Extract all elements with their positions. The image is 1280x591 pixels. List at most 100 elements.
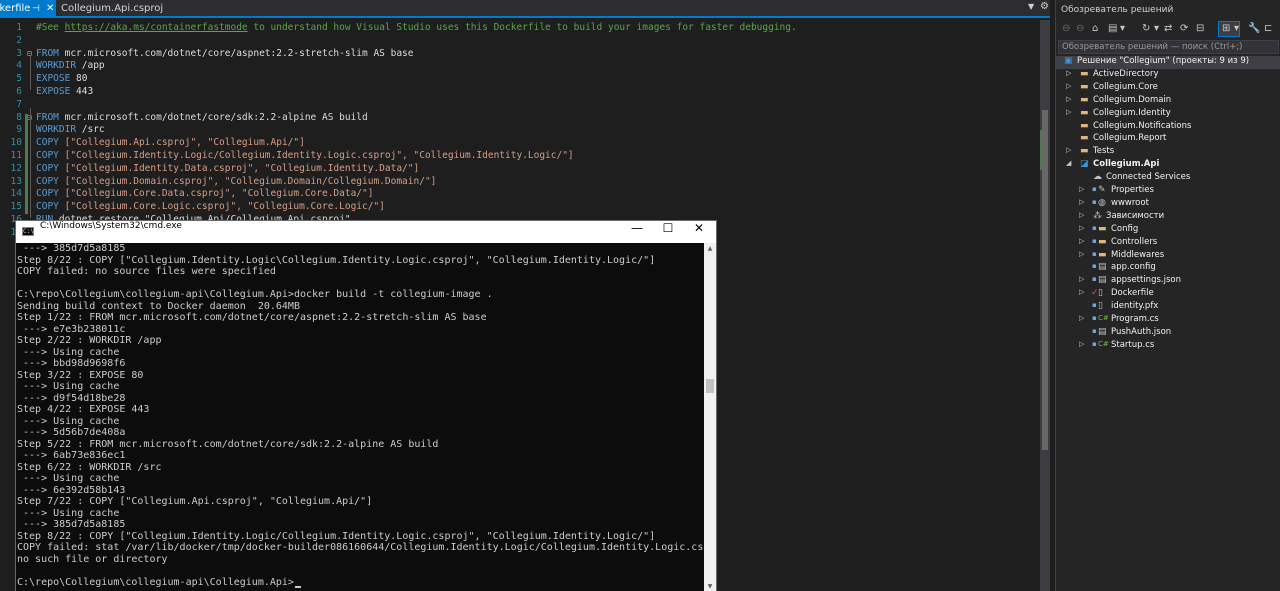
- line-number: 4: [16, 60, 22, 72]
- sync-icon[interactable]: ⇄: [1164, 22, 1172, 36]
- solution-search-box[interactable]: [1058, 40, 1279, 54]
- tree-item[interactable]: ▷ ▪ ✎ Properties: [1056, 185, 1280, 198]
- expand-arrow-icon[interactable]: ▷: [1066, 108, 1071, 116]
- dropdown-icon[interactable]: ▾: [1234, 22, 1239, 36]
- properties-wrench-icon[interactable]: 🔧: [1248, 22, 1260, 36]
- forward-icon[interactable]: ⊖: [1076, 22, 1084, 36]
- expand-arrow-icon[interactable]: ▷: [1079, 211, 1084, 219]
- tree-item[interactable]: ▷ ▪ ▤ appsettings.json: [1056, 275, 1280, 288]
- expand-arrow-icon[interactable]: ▷: [1066, 146, 1071, 154]
- minimize-icon[interactable]: —: [622, 221, 652, 243]
- cmd-scroll-thumb[interactable]: [706, 379, 714, 393]
- tree-item[interactable]: ▷ ▪ ▬ Config: [1056, 224, 1280, 237]
- refresh-icon[interactable]: ⟳: [1180, 22, 1188, 36]
- tree-item-label: wwwroot: [1111, 197, 1149, 208]
- code-line[interactable]: 13 COPY ["Collegium.Domain.csproj", "Coll…: [0, 176, 1040, 189]
- cmd-console-output[interactable]: ---> 385d7d5a8185 Step 8/22 : COPY ["Coll…: [17, 243, 703, 591]
- code-line[interactable]: 8⊟FROM mcr.microsoft.com/dotnet/core/sdk…: [0, 112, 1040, 125]
- tree-item[interactable]: ▷ ✓ ▯ Dockerfile: [1056, 288, 1280, 301]
- code-line[interactable]: 1 #See https://aka.ms/containerfastmode t…: [0, 22, 1040, 35]
- expand-arrow-icon[interactable]: ▷: [1079, 224, 1084, 232]
- line-number: 5: [16, 73, 22, 85]
- cmd-vertical-scrollbar[interactable]: ▲ ▼: [704, 243, 716, 591]
- expand-arrow-icon[interactable]: ▷: [1066, 69, 1071, 77]
- tree-item[interactable]: ◢ ◪ Collegium.Api: [1056, 159, 1280, 172]
- expand-arrow-icon[interactable]: ▷: [1079, 288, 1084, 296]
- tree-item[interactable]: ▷ ▪ C# Program.cs: [1056, 314, 1280, 327]
- switch-views-icon[interactable]: ▤: [1108, 22, 1117, 36]
- tree-item[interactable]: ▷ ▪ ▬ Controllers: [1056, 237, 1280, 250]
- expand-arrow-icon[interactable]: ▷: [1079, 198, 1084, 206]
- comment-link[interactable]: https://aka.ms/containerfastmode: [65, 22, 248, 33]
- expand-arrow-icon[interactable]: ▷: [1079, 314, 1084, 322]
- code-line[interactable]: 9 WORKDIR /src: [0, 124, 1040, 137]
- console-line: ---> Using cache: [17, 415, 120, 427]
- code-line[interactable]: 7: [0, 99, 1040, 112]
- expand-arrow-icon[interactable]: ▷: [1066, 82, 1071, 90]
- home-icon[interactable]: ⌂: [1092, 22, 1098, 36]
- tree-item[interactable]: ▷ ▬ Collegium.Identity: [1056, 108, 1280, 121]
- code-line[interactable]: 15 COPY ["Collegium.Core.Logic.csproj", "…: [0, 201, 1040, 214]
- tree-item[interactable]: ▬ Collegium.Notifications: [1056, 121, 1280, 134]
- code-line[interactable]: 10 COPY ["Collegium.Api.csproj", "Collegi…: [0, 137, 1040, 150]
- close-icon[interactable]: ✕: [46, 0, 54, 18]
- tree-item[interactable]: ▷ ▬ Tests: [1056, 146, 1280, 159]
- gear-icon[interactable]: ⚙: [1040, 1, 1049, 12]
- code-line[interactable]: 11 COPY ["Collegium.Identity.Logic/Colleg…: [0, 150, 1040, 163]
- code-line[interactable]: 3 ⊟ FROM mcr.microsoft.com/dotnet/core/asp…: [0, 48, 1040, 61]
- code-line[interactable]: 12 COPY ["Collegium.Identity.Data.csproj"…: [0, 163, 1040, 176]
- cmd-title-bar[interactable]: C:\ C:\Windows\System32\cmd.exe — ☐ ✕: [16, 221, 716, 243]
- tab-dockerfile[interactable]: ckerfile ⊣ ✕: [0, 0, 56, 18]
- dropdown-icon[interactable]: ▾: [1154, 22, 1159, 36]
- filter-icon[interactable]: ⊞: [1222, 22, 1230, 36]
- collapse-all-icon[interactable]: ⊟: [1196, 22, 1204, 36]
- back-icon[interactable]: ⊖: [1062, 22, 1070, 36]
- code-line[interactable]: 4 WORKDIR /app: [0, 60, 1040, 73]
- solution-search-input[interactable]: [1062, 41, 1277, 53]
- line-number: 2: [16, 34, 22, 46]
- tree-item[interactable]: ▷ ▬ Collegium.Domain: [1056, 95, 1280, 108]
- maximize-icon[interactable]: ☐: [653, 221, 683, 243]
- tree-item[interactable]: ☁ Connected Services: [1056, 172, 1280, 185]
- code-line[interactable]: 2: [0, 35, 1040, 48]
- editor-vertical-scrollbar[interactable]: [1040, 20, 1050, 591]
- tab-dropdown-icon[interactable]: ▼: [1028, 2, 1034, 11]
- tree-item[interactable]: ▷ ▪ C# Startup.cs: [1056, 340, 1280, 353]
- cmd-window[interactable]: C:\ C:\Windows\System32\cmd.exe — ☐ ✕ --…: [15, 220, 717, 591]
- editor-scroll-thumb[interactable]: [1042, 110, 1048, 450]
- scroll-up-icon[interactable]: ▲: [706, 245, 714, 252]
- code-text: COPY ["Collegium.Core.Data.csproj", "Col…: [36, 188, 373, 201]
- console-line: C:\repo\Collegium\collegium-api\Collegiu…: [17, 576, 294, 588]
- tree-item-label: Properties: [1111, 185, 1154, 195]
- dropdown-icon[interactable]: ▾: [1120, 22, 1125, 36]
- tree-item[interactable]: ▪ ▯ identity.pfx: [1056, 301, 1280, 314]
- tree-item[interactable]: ▷ ▬ Collegium.Core: [1056, 82, 1280, 95]
- preview-icon[interactable]: ⊏: [1264, 22, 1272, 36]
- cmd-app-icon: C:\: [22, 227, 34, 236]
- scroll-down-icon[interactable]: ▼: [706, 583, 714, 590]
- tree-item[interactable]: ▷ ▪ ▬ Middlewares: [1056, 250, 1280, 263]
- expand-arrow-icon[interactable]: ▷: [1079, 237, 1084, 245]
- expand-arrow-icon[interactable]: ▷: [1079, 340, 1084, 348]
- console-line: COPY failed: stat /var/lib/docker/tmp/do…: [17, 542, 703, 553]
- tree-item[interactable]: ▷ ⁂ Зависимости: [1056, 211, 1280, 224]
- expand-arrow-icon[interactable]: ▷: [1066, 95, 1071, 103]
- expand-arrow-icon[interactable]: ▷: [1079, 275, 1084, 283]
- expand-arrow-icon[interactable]: ▷: [1079, 250, 1084, 258]
- pin-icon[interactable]: ⊣: [32, 0, 40, 18]
- tree-item[interactable]: ▪ ▤ PushAuth.json: [1056, 327, 1280, 340]
- code-line[interactable]: 5 EXPOSE 80: [0, 73, 1040, 86]
- tree-item[interactable]: ▣ Решение "Collegium" (проекты: 9 из 9): [1056, 56, 1280, 69]
- tree-item[interactable]: ▪ ▤ app.config: [1056, 262, 1280, 275]
- expand-arrow-icon[interactable]: ▷: [1079, 185, 1084, 193]
- tree-item[interactable]: ▷ ▬ ActiveDirectory: [1056, 69, 1280, 82]
- code-line[interactable]: 14 COPY ["Collegium.Core.Data.csproj", "C…: [0, 188, 1040, 201]
- tab-collegium-api-csproj[interactable]: Collegium.Api.csproj: [58, 0, 178, 18]
- tree-item[interactable]: ▷ ▪ ◍ wwwroot: [1056, 198, 1280, 211]
- code-line[interactable]: 6 EXPOSE 443: [0, 86, 1040, 99]
- close-icon[interactable]: ✕: [684, 221, 714, 243]
- pending-changes-icon[interactable]: ↻: [1142, 22, 1150, 36]
- tree-item[interactable]: ▬ Collegium.Report: [1056, 133, 1280, 146]
- tree-item-label: Решение "Collegium" (проекты: 9 из 9): [1077, 56, 1250, 66]
- collapse-arrow-icon[interactable]: ◢: [1066, 159, 1071, 167]
